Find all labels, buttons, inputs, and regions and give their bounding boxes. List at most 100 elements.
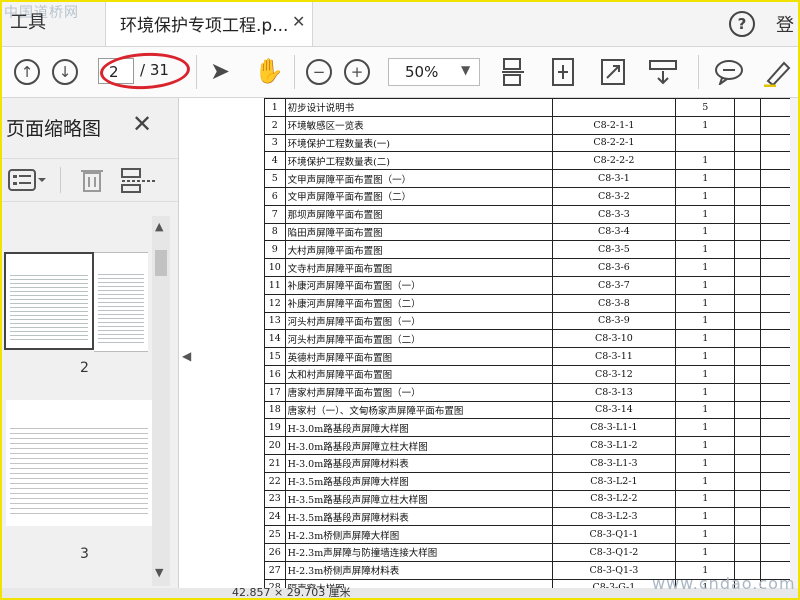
close-icon[interactable]: ✕ xyxy=(292,12,305,31)
drawing-code: C8-3-7 xyxy=(551,275,676,295)
sheet-count: 1 xyxy=(674,400,736,420)
drawing-code: C8-3-Q1-1 xyxy=(551,525,676,544)
close-panel-icon[interactable]: ✕ xyxy=(132,110,152,138)
drawing-code: C8-3-L2-2 xyxy=(551,489,676,509)
zoom-value: 50% xyxy=(405,63,439,81)
zoom-select[interactable]: 50% ▼ xyxy=(388,58,480,86)
drawing-code xyxy=(551,98,676,117)
chevron-down-icon: ▼ xyxy=(461,63,471,77)
next-page-icon[interactable]: ↓ xyxy=(52,59,78,85)
page-size-readout: 42.857 × 29.703 厘米 xyxy=(232,586,351,599)
drawing-name: 英德村声屏障平面布置图 xyxy=(284,347,553,366)
sheet-count: 1 xyxy=(674,471,736,491)
drawing-name: 陷田声屏障平面布置图 xyxy=(284,222,553,242)
sheet-count: 1 xyxy=(674,525,736,544)
thumbnail-content xyxy=(10,424,148,518)
drawing-code: C8-3-9 xyxy=(551,311,676,331)
drawing-code: C8-2-2-1 xyxy=(551,133,676,153)
document-scrollbar[interactable] xyxy=(790,98,798,598)
table-row: 19 H-3.0m路基段声屏障大样图 C8-3-L1-1 1 xyxy=(264,418,798,438)
row-number: 18 xyxy=(264,400,286,420)
drawing-name: H-3.0m路基段声屏障材料表 xyxy=(284,453,553,473)
row-number: 9 xyxy=(264,240,286,260)
insert-page-icon[interactable] xyxy=(120,167,160,193)
trash-icon[interactable] xyxy=(80,167,104,193)
drawing-name: 补康河声屏障平面布置图（一） xyxy=(284,275,553,295)
table-row: 22 H-3.5m路基段声屏障大样图 C8-3-L2-1 1 xyxy=(264,471,798,491)
drawing-name: H-2.3m声屏障与防撞墙连接大样图 xyxy=(284,542,553,562)
toolbar-separator xyxy=(196,55,197,89)
table-row: 13 河头村声屏障平面布置图（一） C8-3-9 1 xyxy=(264,311,798,331)
table-row: 6 文甲声屏障平面布置图（二） C8-3-2 1 xyxy=(264,186,798,206)
select-arrow-icon[interactable]: ➤ xyxy=(210,57,230,85)
sheet-count: 1 xyxy=(674,115,736,135)
thumbnail-scrollbar[interactable]: ▲ ▼ xyxy=(152,216,170,586)
drawing-name: H-3.0m路基段声屏障立柱大样图 xyxy=(284,436,553,455)
drawing-code: C8-3-L1-3 xyxy=(551,453,676,473)
scroll-down-icon[interactable]: ▼ xyxy=(155,566,163,579)
row-number: 7 xyxy=(264,204,286,224)
thumbnail-content xyxy=(98,271,144,343)
sheet-count: 1 xyxy=(674,542,736,562)
red-highlight-oval xyxy=(99,50,191,92)
help-icon[interactable]: ? xyxy=(729,11,755,37)
drawing-index-table: 1 初步设计说明书 5 2 环境敏感区一览表 C8-2-1-1 1 3 环境保护工程数量表(一)… xyxy=(264,98,798,598)
drawing-code: C8-3-11 xyxy=(551,347,676,366)
drawing-name: H-2.3m桥侧声屏障材料表 xyxy=(284,560,553,580)
table-row: 15 英德村声屏障平面布置图 C8-3-11 1 xyxy=(264,347,798,366)
drawing-name: 环境敏感区一览表 xyxy=(284,115,553,135)
table-row: 21 H-3.0m路基段声屏障材料表 C8-3-L1-3 1 xyxy=(264,453,798,473)
sheet-count: 1 xyxy=(674,436,736,455)
collapse-panel-icon[interactable]: ◀ xyxy=(182,349,191,363)
sheet-count: 1 xyxy=(674,169,736,188)
tab-bar: 中国道桥网 工具 环境保护专项工程.p... ✕ ? 登 xyxy=(2,2,798,47)
table-row: 5 文甲声屏障平面布置图（一） C8-3-1 1 xyxy=(264,169,798,188)
drawing-name: 太和村声屏障平面布置图 xyxy=(284,364,553,384)
page-thumbnail-3[interactable] xyxy=(6,400,152,526)
row-number: 15 xyxy=(264,347,286,366)
table-row: 9 大村声屏障平面布置图 C8-3-5 1 xyxy=(264,240,798,260)
options-menu-icon[interactable] xyxy=(8,169,46,191)
sheet-count: 5 xyxy=(674,98,736,117)
zoom-out-icon[interactable]: − xyxy=(306,59,332,85)
app-window: 中国道桥网 工具 环境保护专项工程.p... ✕ ? 登 ↑ ↓ 2 / 31 … xyxy=(0,0,800,600)
sheet-count: 1 xyxy=(674,311,736,331)
fit-page-icon[interactable] xyxy=(550,57,576,87)
fit-width-icon[interactable] xyxy=(500,57,526,87)
sheet-count: 1 xyxy=(674,151,736,171)
highlight-pen-icon[interactable] xyxy=(762,57,792,87)
zoom-in-icon[interactable]: + xyxy=(344,59,370,85)
thumbnail-content xyxy=(10,272,88,340)
comment-icon[interactable] xyxy=(714,59,744,85)
thumbnail-list[interactable]: 2 3 xyxy=(2,216,152,594)
read-mode-icon[interactable] xyxy=(648,57,678,87)
row-number: 13 xyxy=(264,311,286,331)
row-number: 22 xyxy=(264,471,286,491)
drawing-name: 那坝声屏障平面布置图 xyxy=(284,204,553,224)
drawing-code: C8-3-4 xyxy=(551,222,676,242)
table-row: 26 H-2.3m声屏障与防撞墙连接大样图 C8-3-Q1-2 1 xyxy=(264,542,798,562)
scroll-up-icon[interactable]: ▲ xyxy=(155,220,163,233)
panel-title: 页面缩略图 xyxy=(6,118,102,140)
document-viewer[interactable]: 1 初步设计说明书 5 2 环境敏感区一览表 C8-2-1-1 1 3 环境保护工程数量表(一)… xyxy=(194,98,798,598)
scrollbar-thumb[interactable] xyxy=(155,250,167,276)
table-row: 4 环境保护工程数量表(二) C8-2-2-2 1 xyxy=(264,151,798,171)
tab-tools[interactable]: 工具 xyxy=(10,8,46,34)
page-thumbnail-2[interactable] xyxy=(4,252,94,350)
thumbnail-label-2: 2 xyxy=(80,360,89,376)
drawing-code: C8-2-1-1 xyxy=(551,115,676,135)
previous-page-icon[interactable]: ↑ xyxy=(14,59,40,85)
tab-document[interactable]: 环境保护专项工程.p... ✕ xyxy=(105,2,313,46)
row-number: 26 xyxy=(264,542,286,562)
row-number: 12 xyxy=(264,293,286,313)
full-screen-icon[interactable] xyxy=(600,57,626,87)
table-row: 1 初步设计说明书 5 xyxy=(264,98,798,117)
sheet-count xyxy=(674,133,736,153)
row-number: 1 xyxy=(264,98,286,117)
table-row: 20 H-3.0m路基段声屏障立柱大样图 C8-3-L1-2 1 xyxy=(264,436,798,455)
hand-tool-icon[interactable]: ✋ xyxy=(254,57,284,85)
row-number: 24 xyxy=(264,507,286,527)
sheet-count: 1 xyxy=(674,364,736,384)
drawing-name: 文甲声屏障平面布置图（一） xyxy=(284,169,553,188)
sign-in-button[interactable]: 登 xyxy=(776,11,794,37)
